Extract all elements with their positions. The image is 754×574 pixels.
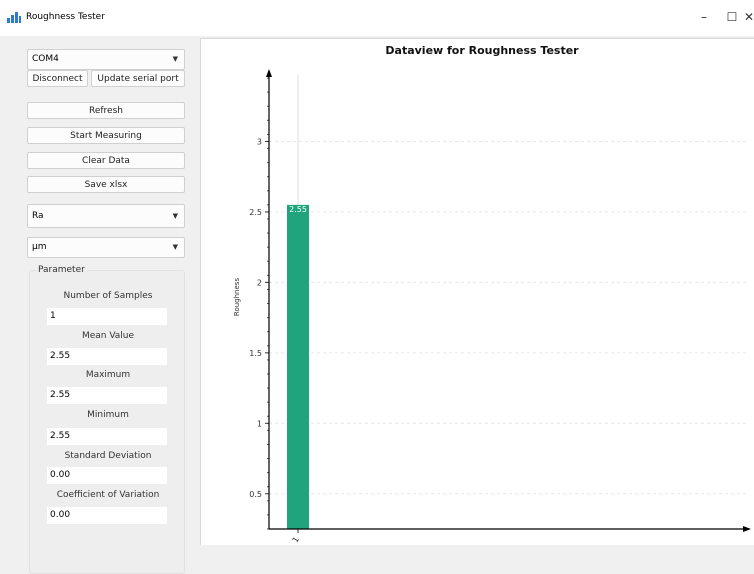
number-of-samples-field[interactable]: 1 — [47, 308, 167, 325]
unit-select[interactable]: μm ▼ — [27, 237, 185, 258]
update-serial-port-button[interactable]: Update serial port — [91, 70, 185, 87]
coefficient-of-variation-field[interactable]: 0.00 — [47, 507, 167, 524]
mean-value-field[interactable]: 2.55 — [47, 348, 167, 365]
x-axis-arrow-icon — [743, 526, 751, 532]
roughness-chart: Dataview for Roughness Tester Roughness … — [233, 44, 751, 544]
number-of-samples-label: Number of Samples — [63, 291, 153, 301]
refresh-button[interactable]: Refresh — [27, 102, 185, 119]
y-tick-label: 2 — [257, 278, 262, 287]
chart-app-icon — [7, 12, 21, 23]
chart-title: Dataview for Roughness Tester — [385, 44, 579, 57]
minimize-button[interactable]: – — [689, 6, 719, 28]
clear-data-button[interactable]: Clear Data — [27, 152, 185, 169]
y-tick-label: 1.5 — [249, 349, 262, 358]
control-sidebar: COM4 ▼ Disconnect Update serial port Ref… — [27, 44, 189, 574]
dropdown-arrow-icon: ▼ — [172, 243, 178, 251]
metric-select[interactable]: Ra ▼ — [27, 204, 185, 228]
title-bar: Roughness Tester – ☐ ✕ — [0, 0, 754, 36]
mean-value-label: Mean Value — [81, 331, 135, 341]
y-tick-label: 3 — [257, 137, 262, 146]
x-tick-label: 1 — [291, 535, 301, 544]
coefficient-of-variation-label: Coefficient of Variation — [56, 490, 160, 500]
chart-panel: Dataview for Roughness Tester Roughness … — [200, 38, 754, 545]
dropdown-arrow-icon: ▼ — [172, 55, 178, 63]
parameter-group-title: Parameter — [36, 265, 87, 275]
standard-deviation-label: Standard Deviation — [64, 451, 152, 461]
minimum-field[interactable]: 2.55 — [47, 428, 167, 445]
metric-value: Ra — [32, 211, 44, 221]
parameter-group: Parameter Number of Samples 1 Mean Value… — [29, 265, 185, 574]
serial-port-value: COM4 — [32, 54, 59, 64]
bar-data-label: 2.55 — [289, 205, 307, 214]
close-button[interactable]: ✕ — [734, 6, 754, 28]
dropdown-arrow-icon: ▼ — [172, 212, 178, 220]
minimum-label: Minimum — [87, 410, 129, 420]
unit-value: μm — [32, 242, 47, 252]
start-measuring-button[interactable]: Start Measuring — [27, 127, 185, 144]
maximum-field[interactable]: 2.55 — [47, 387, 167, 404]
y-tick-label: 1 — [257, 419, 262, 428]
window-title: Roughness Tester — [26, 12, 105, 22]
grid-lines — [269, 75, 749, 529]
y-axis-arrow-icon — [266, 69, 272, 77]
y-tick-label: 0.5 — [249, 490, 262, 499]
bars: 2.55 — [287, 204, 309, 529]
serial-port-select[interactable]: COM4 ▼ — [27, 49, 185, 70]
save-xlsx-button[interactable]: Save xlsx — [27, 176, 185, 193]
maximum-label: Maximum — [85, 370, 131, 380]
disconnect-button[interactable]: Disconnect — [27, 70, 88, 87]
standard-deviation-field[interactable]: 0.00 — [47, 467, 167, 484]
axes — [265, 69, 751, 533]
y-tick-label: 2.5 — [249, 208, 262, 217]
y-axis-label: Roughness — [233, 278, 241, 317]
bar — [287, 204, 309, 529]
